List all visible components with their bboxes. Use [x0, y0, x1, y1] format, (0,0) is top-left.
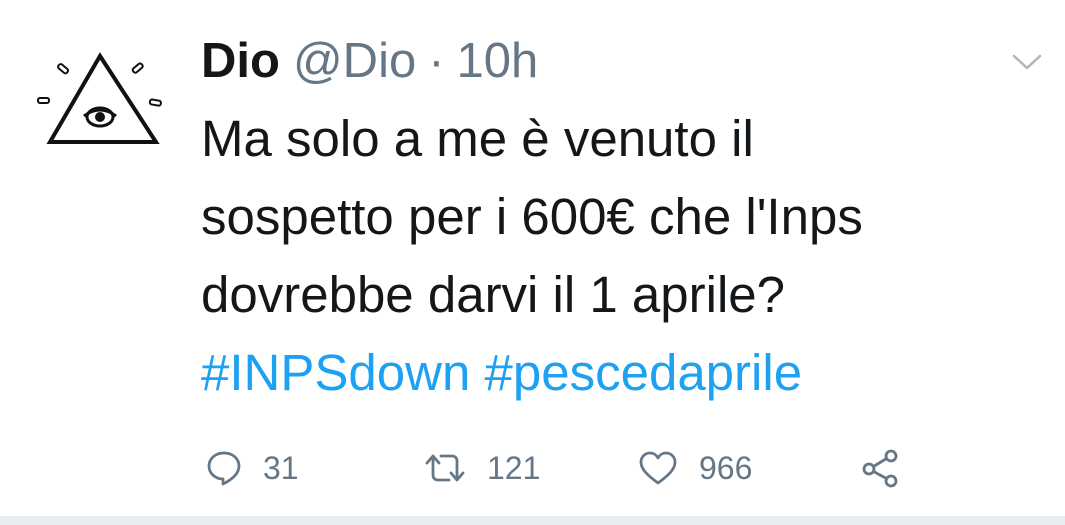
tweet-text-line: sospetto per i 600€ che l'Inps: [201, 188, 863, 245]
chevron-down-icon: [1012, 54, 1042, 70]
hashtag-row: #INPSdown #pescedaprile: [201, 334, 1051, 412]
like-count: 966: [699, 449, 753, 486]
reply-button[interactable]: 31: [205, 442, 299, 494]
reply-count: 31: [263, 449, 299, 486]
heart-icon: [639, 451, 677, 485]
eye-triangle-icon: [37, 52, 162, 144]
tweet-actions: 31 121 966: [201, 442, 961, 494]
divider: [0, 516, 1065, 525]
share-icon: [862, 449, 898, 488]
share-button[interactable]: [859, 442, 901, 494]
tweet-text-line: dovrebbe darvi il 1 aprile?: [201, 266, 786, 323]
tweet-timestamp[interactable]: 10h: [457, 28, 539, 94]
header-separator: ·: [428, 34, 445, 88]
tweet-menu-button[interactable]: [1008, 46, 1046, 76]
retweet-count: 121: [487, 449, 541, 486]
retweet-button[interactable]: 121: [423, 442, 540, 494]
tweet-card[interactable]: Dio @Dio · 10h Ma solo a me è venuto il …: [0, 0, 1065, 516]
tweet-header: Dio @Dio · 10h: [201, 28, 538, 94]
avatar[interactable]: [36, 46, 166, 156]
reply-icon: [207, 451, 241, 486]
retweet-icon: [425, 454, 465, 482]
tweet-text-line: Ma solo a me è venuto il: [201, 110, 754, 167]
hashtag-link[interactable]: #INPSdown: [201, 344, 470, 401]
tweet-text: Ma solo a me è venuto il sospetto per i …: [201, 100, 1051, 412]
like-button[interactable]: 966: [637, 442, 752, 494]
hashtag-link[interactable]: #pescedaprile: [485, 344, 803, 401]
author-name[interactable]: Dio: [201, 28, 280, 94]
author-handle[interactable]: @Dio: [293, 28, 416, 94]
